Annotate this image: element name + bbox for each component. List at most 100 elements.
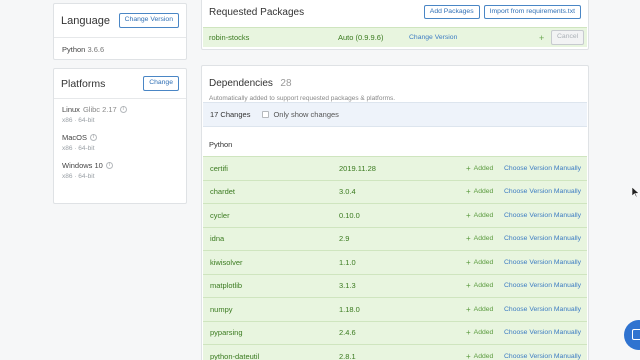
- choose-version-link[interactable]: Choose Version Manually: [504, 259, 581, 266]
- dependencies-subtitle: Automatically added to support requested…: [209, 95, 396, 102]
- dependencies-card: Dependencies 28 Automatically added to s…: [201, 65, 589, 360]
- package-name: chardet: [210, 187, 236, 197]
- choose-version-link[interactable]: Choose Version Manually: [504, 165, 581, 172]
- platform-detail: Glibc 2.17: [82, 105, 117, 114]
- dependency-list: certifi 2019.11.28 + Added Choose Version Ma…: [203, 156, 587, 360]
- language-title: Language: [61, 14, 110, 27]
- added-label: Added: [473, 282, 494, 290]
- dependency-row: kiwisolver 1.1.0 + Added Choose Version Manu…: [203, 250, 587, 274]
- added-label: Added: [473, 211, 494, 219]
- changes-bar: 17 Changes Only show changes: [203, 102, 587, 127]
- plus-icon: +: [466, 210, 471, 220]
- added-status: + Added: [466, 164, 493, 173]
- package-version: 1.18.0: [339, 304, 360, 314]
- change-version-link[interactable]: Change Version: [409, 34, 457, 41]
- plus-icon: +: [466, 257, 471, 267]
- package-name: kiwisolver: [210, 257, 243, 267]
- dependencies-count: 28: [280, 78, 292, 89]
- dependency-row: cycler 0.10.0 + Added Choose Version Manuall…: [203, 203, 587, 227]
- choose-version-link[interactable]: Choose Version Manually: [504, 353, 581, 360]
- only-show-changes-checkbox[interactable]: [262, 111, 270, 118]
- chat-icon[interactable]: [624, 320, 640, 350]
- platform-arch: x86 · 64-bit: [62, 173, 95, 180]
- platform-item-linux: Linux Glibc 2.17 i x86 · 64-bit: [54, 99, 186, 127]
- info-icon[interactable]: i: [119, 106, 127, 113]
- language-value: Python 3.6.6: [54, 38, 186, 61]
- choose-version-link[interactable]: Choose Version Manually: [504, 329, 581, 336]
- language-version: 3.6.6: [87, 45, 105, 54]
- package-version: Auto (0.9.9.6): [338, 33, 384, 42]
- requested-title: Requested Packages: [209, 6, 305, 18]
- platforms-title: Platforms: [61, 77, 106, 90]
- package-version: 1.1.0: [339, 257, 356, 267]
- package-version: 2.8.1: [339, 351, 356, 360]
- only-show-changes-label[interactable]: Only show changes: [273, 110, 338, 119]
- cancel-button[interactable]: Cancel: [551, 30, 585, 45]
- change-platforms-button[interactable]: Change: [143, 76, 179, 91]
- platform-name: Linux: [62, 105, 80, 114]
- plus-icon: +: [466, 163, 471, 173]
- dependency-row: chardet 3.0.4 + Added Choose Version Manuall…: [203, 179, 587, 203]
- platforms-header: Platforms Change: [54, 69, 186, 99]
- choose-version-link[interactable]: Choose Version Manually: [504, 282, 581, 289]
- requested-packages-card: Requested Packages Add Packages Import f…: [201, 0, 589, 50]
- package-name: idna: [210, 234, 225, 244]
- dependencies-language: Python: [209, 140, 233, 149]
- platform-item-windows: Windows 10 i x86 · 64-bit: [54, 155, 186, 183]
- platform-item-macos: MacOS i x86 · 64-bit: [54, 127, 186, 155]
- plus-icon: +: [466, 304, 471, 314]
- plus-icon: +: [466, 328, 471, 338]
- info-icon[interactable]: i: [105, 162, 113, 169]
- platform-arch: x86 · 64-bit: [62, 117, 95, 124]
- import-requirements-button[interactable]: Import from requirements.txt: [483, 4, 581, 20]
- dependency-row: certifi 2019.11.28 + Added Choose Version Ma…: [203, 156, 587, 180]
- platforms-card: Platforms Change Linux Glibc 2.17 i x86 …: [53, 68, 187, 204]
- choose-version-link[interactable]: Choose Version Manually: [504, 188, 581, 195]
- added-label: Added: [473, 188, 494, 196]
- choose-version-link[interactable]: Choose Version Manually: [504, 235, 581, 242]
- added-label: Added: [473, 235, 494, 243]
- plus-icon: +: [466, 187, 471, 197]
- plus-icon: +: [466, 351, 471, 360]
- dependency-row: python-dateutil 2.8.1 + Added Choose Version…: [203, 344, 587, 360]
- dependencies-header: Dependencies 28 Automatically added to s…: [202, 66, 588, 102]
- package-name: certifi: [210, 163, 228, 173]
- dependency-row: pyparsing 2.4.6 + Added Choose Version Manua…: [203, 320, 587, 344]
- language-name: Python: [62, 45, 86, 54]
- package-version: 0.10.0: [339, 210, 360, 220]
- dependency-row: matplotlib 3.1.3 + Added Choose Version Manu…: [203, 273, 587, 297]
- package-name: python-dateutil: [210, 351, 260, 360]
- choose-version-link[interactable]: Choose Version Manually: [504, 306, 581, 313]
- plus-icon: +: [466, 281, 471, 291]
- package-name: robin-stocks: [209, 33, 250, 42]
- requested-header: Requested Packages Add Packages Import f…: [202, 0, 588, 27]
- added-status: + Added: [466, 305, 493, 314]
- platform-name: Windows 10: [62, 161, 103, 170]
- add-packages-button[interactable]: Add Packages: [423, 4, 480, 20]
- package-version: 2019.11.28: [339, 163, 376, 173]
- added-label: Added: [473, 352, 494, 360]
- added-status: + Added: [466, 258, 493, 267]
- package-version: 2.9: [339, 234, 350, 244]
- requested-package-row: robin-stocks Auto (0.9.9.6) Change Versi…: [203, 27, 587, 47]
- plus-icon: +: [466, 234, 471, 244]
- language-card: Language Change Version Python 3.6.6: [53, 3, 187, 60]
- dependency-row: numpy 1.18.0 + Added Choose Version Manually: [203, 297, 587, 321]
- package-version: 2.4.6: [339, 328, 356, 338]
- language-header: Language Change Version: [54, 4, 186, 38]
- dependency-row: idna 2.9 + Added Choose Version Manually: [203, 226, 587, 250]
- added-status: + Added: [466, 187, 493, 196]
- added-status: + Added: [466, 281, 493, 290]
- added-label: Added: [473, 164, 494, 172]
- added-status: + Added: [466, 211, 493, 220]
- added-label: Added: [473, 258, 494, 266]
- package-name: numpy: [210, 304, 233, 314]
- platform-name: MacOS: [62, 133, 88, 142]
- info-icon[interactable]: i: [90, 134, 98, 141]
- plus-icon[interactable]: +: [539, 33, 544, 43]
- choose-version-link[interactable]: Choose Version Manually: [504, 212, 581, 219]
- added-label: Added: [473, 305, 494, 313]
- change-version-button[interactable]: Change Version: [118, 13, 179, 28]
- added-status: + Added: [466, 328, 493, 337]
- dependencies-title: Dependencies: [209, 78, 273, 89]
